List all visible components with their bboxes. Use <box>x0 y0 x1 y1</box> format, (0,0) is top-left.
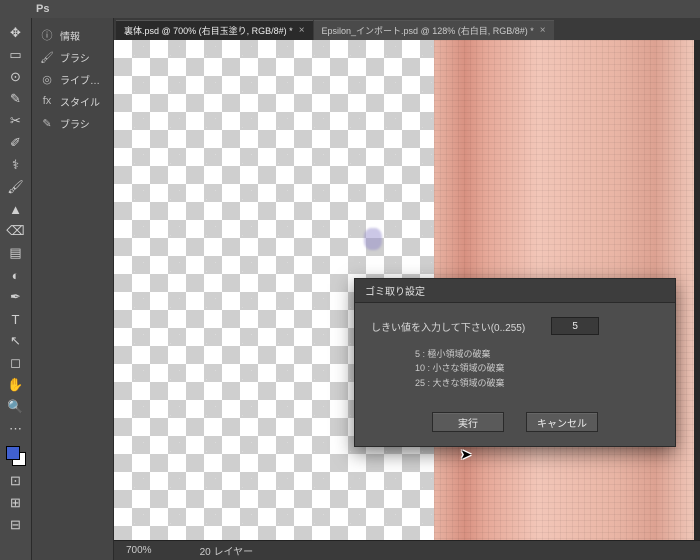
panel-icon: fx <box>40 95 54 107</box>
pen-tool[interactable]: ✒ <box>0 286 31 308</box>
path-tool[interactable]: ↖ <box>0 330 31 352</box>
hint-line: 5 : 極小領域の破棄 <box>415 347 659 361</box>
close-icon[interactable]: × <box>299 25 305 36</box>
document-tab[interactable]: Epsilon_インポート.psd @ 128% (右白目, RGB/8#) *… <box>314 20 554 40</box>
layer-readout: 20 レイヤー <box>200 543 254 558</box>
dialog-title: ゴミ取り設定 <box>355 279 675 303</box>
lasso-tool[interactable]: ⊙ <box>0 66 31 88</box>
close-icon[interactable]: × <box>540 25 546 36</box>
brush-tool[interactable]: 🖌 <box>0 176 31 198</box>
eyedropper-tool[interactable]: ✐ <box>0 132 31 154</box>
panel-item[interactable]: ⓘ 情報 <box>32 24 113 46</box>
color-swatches[interactable] <box>0 446 31 470</box>
wand-tool[interactable]: ✎ <box>0 88 31 110</box>
threshold-label: しきい値を入力して下さい(0..255) <box>371 319 525 334</box>
panel-column: ⓘ 情報 🖌 ブラシ ◎ ライブ… fx スタイル ✎ ブラシ <box>32 18 114 560</box>
tab-label: Epsilon_インポート.psd @ 128% (右白目, RGB/8#) * <box>322 24 534 37</box>
dodge-tool[interactable]: ◐ <box>0 264 31 286</box>
panel-label: ライブ… <box>60 72 100 87</box>
panel-label: ブラシ <box>60 116 90 131</box>
eraser-tool[interactable]: ⌫ <box>0 220 31 242</box>
hint-line: 10 : 小さな領域の破棄 <box>415 361 659 375</box>
panel-icon: 🖌 <box>40 51 54 64</box>
panel-label: スタイル <box>60 94 100 109</box>
crop-tool[interactable]: ✂ <box>0 110 31 132</box>
gradient-tool[interactable]: ▤ <box>0 242 31 264</box>
type-tool[interactable]: T <box>0 308 31 330</box>
panel-item[interactable]: ✎ ブラシ <box>32 112 113 134</box>
shape-tool[interactable]: ◻ <box>0 352 31 374</box>
threshold-input[interactable] <box>551 317 599 335</box>
panel-label: ブラシ <box>60 50 90 65</box>
panel-label: 情報 <box>60 28 80 43</box>
screen-mode-icon[interactable]: ⊟ <box>0 514 31 536</box>
toolbox: ✥▭⊙✎✂✐⚕🖌▲⌫▤◐✒T↖◻✋🔍⋯ ⊡⊞⊟ <box>0 18 32 560</box>
move-tool[interactable]: ✥ <box>0 22 31 44</box>
menubar: Ps <box>0 0 700 18</box>
execute-button[interactable]: 実行 <box>432 412 504 432</box>
more-tool[interactable]: ⋯ <box>0 418 31 440</box>
marquee-tool[interactable]: ▭ <box>0 44 31 66</box>
fg-swatch[interactable] <box>6 446 20 460</box>
panel-item[interactable]: fx スタイル <box>32 90 113 112</box>
heal-tool[interactable]: ⚕ <box>0 154 31 176</box>
panel-icon: ✎ <box>40 117 54 130</box>
hint-line: 25 : 大きな領域の破棄 <box>415 376 659 390</box>
panel-item[interactable]: 🖌 ブラシ <box>32 46 113 68</box>
dust-removal-dialog: ゴミ取り設定 しきい値を入力して下さい(0..255) 5 : 極小領域の破棄1… <box>354 278 676 447</box>
hand-tool[interactable]: ✋ <box>0 374 31 396</box>
zoom-readout[interactable]: 700% <box>126 545 152 556</box>
document-tab[interactable]: 裏体.psd @ 700% (右目玉塗り, RGB/8#) * × <box>116 20 313 40</box>
panel-icon: ⓘ <box>40 27 54 43</box>
cancel-button[interactable]: キャンセル <box>526 412 598 432</box>
screen-mode-icon[interactable]: ⊞ <box>0 492 31 514</box>
dialog-body: しきい値を入力して下さい(0..255) 5 : 極小領域の破棄10 : 小さな… <box>355 303 675 412</box>
app-logo: Ps <box>36 3 49 15</box>
tab-bar: 裏体.psd @ 700% (右目玉塗り, RGB/8#) *×Epsilon_… <box>114 18 700 40</box>
stamp-tool[interactable]: ▲ <box>0 198 31 220</box>
tab-label: 裏体.psd @ 700% (右目玉塗り, RGB/8#) * <box>124 24 293 37</box>
paint-mark <box>364 228 382 250</box>
hint-list: 5 : 極小領域の破棄10 : 小さな領域の破棄25 : 大きな領域の破棄 <box>415 347 659 390</box>
panel-item[interactable]: ◎ ライブ… <box>32 68 113 90</box>
zoom-tool[interactable]: 🔍 <box>0 396 31 418</box>
panel-icon: ◎ <box>40 73 54 86</box>
screen-mode-icon[interactable]: ⊡ <box>0 470 31 492</box>
status-bar: 700% 20 レイヤー <box>114 540 700 560</box>
